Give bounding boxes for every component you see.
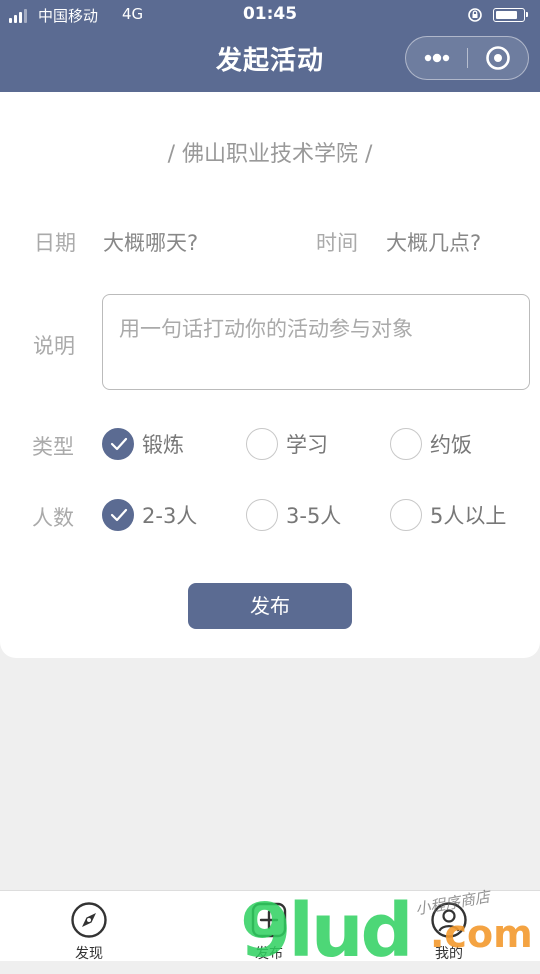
option-label: 5人以上 (430, 504, 507, 528)
radio-empty-icon (390, 428, 422, 460)
radio-empty-icon (246, 428, 278, 460)
plus-square-icon (251, 902, 287, 938)
rotation-lock-icon (468, 8, 482, 22)
tab-bar: 发现 发布 我的 (0, 890, 540, 962)
mini-program-capsule (405, 36, 529, 80)
status-bar: 中国移动 4G 01:45 (0, 0, 540, 32)
target-close-icon (486, 46, 510, 70)
count-option-3-5[interactable]: 3-5人 (246, 497, 341, 533)
tab-label: 发现 (75, 946, 103, 962)
description-label: 说明 (33, 334, 75, 358)
date-label: 日期 (34, 231, 76, 255)
type-option-dinner[interactable]: 约饭 (390, 426, 472, 462)
date-picker[interactable]: 大概哪天? (103, 227, 198, 257)
count-label: 人数 (32, 506, 74, 530)
type-label: 类型 (32, 435, 74, 459)
radio-empty-icon (246, 499, 278, 531)
tab-mine[interactable]: 我的 (399, 891, 499, 962)
publish-button[interactable]: 发布 (188, 583, 352, 629)
count-option-5-plus[interactable]: 5人以上 (390, 497, 506, 533)
tab-discover[interactable]: 发现 (39, 891, 139, 962)
time-picker[interactable]: 大概几点? (386, 227, 481, 257)
more-dots-icon (424, 53, 450, 63)
option-label: 3-5人 (286, 504, 342, 528)
more-button[interactable] (406, 37, 468, 79)
check-circle-icon (102, 499, 134, 531)
check-circle-icon (102, 428, 134, 460)
tab-publish[interactable]: 发布 (219, 891, 319, 962)
battery-icon (493, 8, 528, 22)
type-option-study[interactable]: 学习 (246, 426, 328, 462)
description-input[interactable] (102, 294, 530, 390)
tab-label: 发布 (255, 946, 283, 962)
school-name: / 佛山职业技术学院 / (167, 142, 373, 167)
count-option-2-3[interactable]: 2-3人 (102, 497, 197, 533)
time-label: 时间 (316, 231, 358, 255)
type-option-exercise[interactable]: 锻炼 (102, 426, 184, 462)
close-mini-program-button[interactable] (468, 37, 528, 79)
option-label: 学习 (286, 433, 328, 457)
compass-icon (71, 902, 107, 938)
battery-level (496, 11, 518, 19)
option-label: 约饭 (430, 433, 472, 457)
app-header: 中国移动 4G 01:45 发起活动 (0, 0, 540, 92)
option-label: 2-3人 (142, 504, 198, 528)
status-time: 01:45 (242, 4, 298, 24)
radio-empty-icon (390, 499, 422, 531)
activity-form-card: / 佛山职业技术学院 / 日期 大概哪天? 时间 大概几点? 说明 类型 锻炼 … (0, 92, 540, 658)
tab-label: 我的 (435, 946, 463, 962)
option-label: 锻炼 (142, 433, 184, 457)
user-icon (431, 902, 467, 938)
